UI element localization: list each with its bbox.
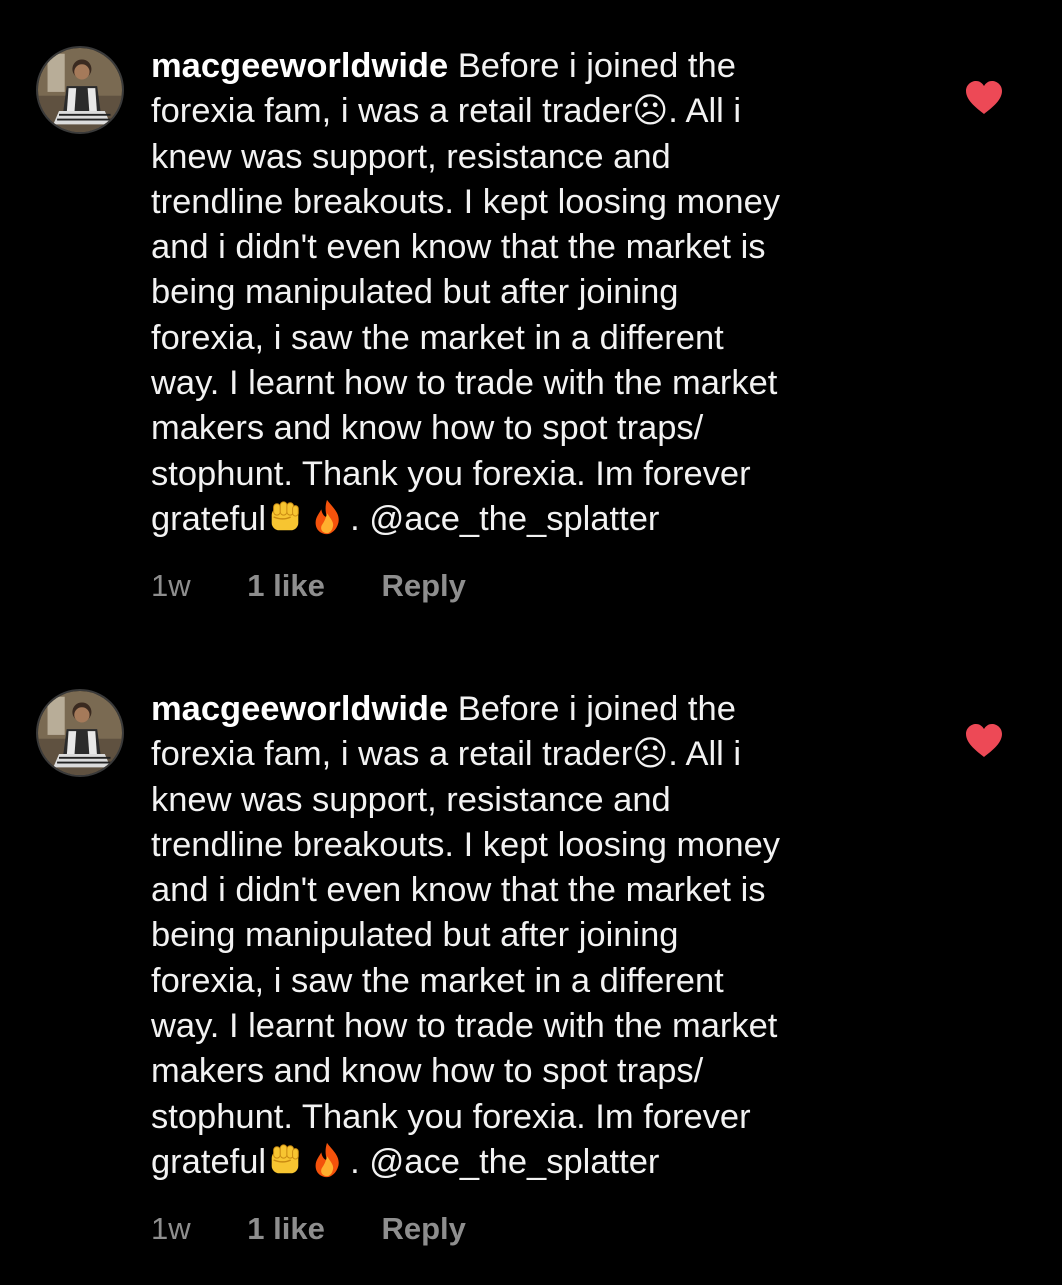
comment-line: being manipulated but after joining xyxy=(151,273,679,312)
comment-line: trendline breakouts. I kept loosing mone… xyxy=(151,825,781,864)
fire-emoji xyxy=(308,1141,346,1179)
raised-fist-emoji xyxy=(266,1141,304,1179)
fire-emoji xyxy=(308,498,346,536)
comment-line: grateful. @ace_the_splatter xyxy=(151,1141,660,1181)
avatar-image-icon xyxy=(38,48,122,132)
comment-line: makers and know how to spot traps/ xyxy=(151,1052,704,1091)
comment-line: way. I learnt how to trade with the mark… xyxy=(151,364,778,403)
avatar[interactable] xyxy=(36,689,124,777)
comment-line: forexia, i saw the market in a different xyxy=(151,318,724,357)
comment-line: and i didn't even know that the market i… xyxy=(151,871,766,910)
comment-line: macgeeworldwide Before i joined the xyxy=(151,47,736,85)
comment-meta: 1w 1 like Reply xyxy=(151,566,466,606)
comment-username[interactable]: macgeeworldwide xyxy=(151,47,448,85)
comment-timestamp: 1w xyxy=(151,568,191,603)
comment-line: trendline breakouts. I kept loosing mone… xyxy=(151,182,781,221)
comment-line: stophunt. Thank you forexia. Im forever xyxy=(151,454,751,493)
comment-line: forexia fam, i was a retail trader☹. All… xyxy=(151,735,742,774)
comment-line: makers and know how to spot traps/ xyxy=(151,409,704,448)
avatar-image-icon xyxy=(38,691,122,775)
avatar[interactable] xyxy=(36,46,124,134)
reply-button[interactable]: Reply xyxy=(381,1209,465,1249)
comment-timestamp: 1w xyxy=(151,1211,191,1246)
like-count-link[interactable]: 1 like xyxy=(247,566,325,606)
comment-line: way. I learnt how to trade with the mark… xyxy=(151,1007,778,1046)
comment-line: knew was support, resistance and xyxy=(151,137,671,176)
comment-line: forexia, i saw the market in a different xyxy=(151,961,724,1000)
comment-meta: 1w 1 like Reply xyxy=(151,1209,466,1249)
comment: macgeeworldwide Before i joined the fore… xyxy=(0,685,1062,1285)
comment-line: forexia fam, i was a retail trader☹. All… xyxy=(151,92,742,131)
comment-line: macgeeworldwide Before i joined the xyxy=(151,690,736,728)
comment-line: being manipulated but after joining xyxy=(151,916,679,955)
raised-fist-emoji xyxy=(266,498,304,536)
comment-line: knew was support, resistance and xyxy=(151,780,671,819)
comment-line: grateful. @ace_the_splatter xyxy=(151,498,660,538)
comment-line: and i didn't even know that the market i… xyxy=(151,228,766,267)
heart-icon[interactable] xyxy=(964,723,1004,759)
comment: macgeeworldwide Before i joined the fore… xyxy=(0,42,1062,642)
comment-text: macgeeworldwide Before i joined the fore… xyxy=(151,44,941,542)
comment-line: stophunt. Thank you forexia. Im forever xyxy=(151,1097,751,1136)
comment-username[interactable]: macgeeworldwide xyxy=(151,690,448,728)
heart-icon[interactable] xyxy=(964,80,1004,116)
reply-button[interactable]: Reply xyxy=(381,566,465,606)
comment-text: macgeeworldwide Before i joined the fore… xyxy=(151,687,941,1185)
like-count-link[interactable]: 1 like xyxy=(247,1209,325,1249)
